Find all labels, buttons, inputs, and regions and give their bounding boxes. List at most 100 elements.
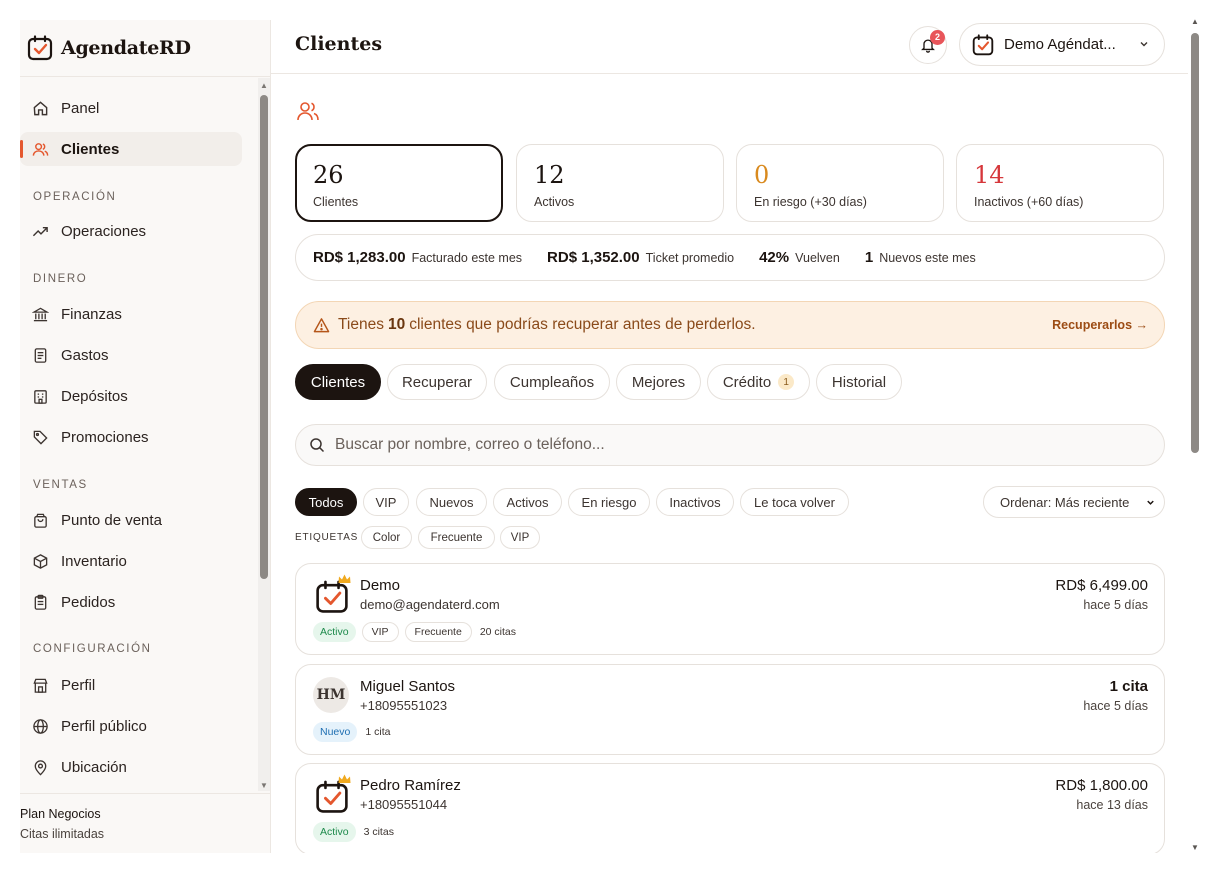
- sidebar-item-operaciones[interactable]: Operaciones: [20, 214, 242, 248]
- sidebar-item-ubicacion[interactable]: Ubicación: [20, 750, 242, 784]
- credit-count-badge: 1: [778, 374, 795, 390]
- summary-label: Nuevos este mes: [879, 251, 976, 265]
- summary-value: 42%: [759, 249, 790, 266]
- summary-bar: RD$ 1,283.00 Facturado este mes RD$ 1,352…: [295, 234, 1165, 281]
- client-contact: +18095551023: [360, 698, 448, 713]
- client-card[interactable]: HM Miguel Santos +18095551023 1 cita hac…: [295, 664, 1165, 755]
- notifications-button[interactable]: 2: [909, 26, 947, 64]
- sidebar-item-punto-de-venta[interactable]: Punto de venta: [20, 503, 242, 537]
- client-summary: RD$ 6,499.00 hace 5 días: [1055, 577, 1148, 612]
- section-label-ventas: VENTAS: [33, 479, 88, 491]
- stat-card-inactivos[interactable]: 14 Inactivos (+60 días): [956, 144, 1164, 222]
- tab-cumpleanos[interactable]: Cumpleaños: [494, 364, 610, 400]
- sidebar-item-label: Ubicación: [61, 758, 127, 776]
- sidebar-item-label: Clientes: [61, 140, 120, 158]
- sidebar-item-label: Panel: [61, 99, 100, 117]
- bank-icon: [32, 307, 49, 321]
- tab-mejores[interactable]: Mejores: [616, 364, 701, 400]
- sidebar-item-label: Pedidos: [61, 593, 116, 611]
- stat-card-en-riesgo[interactable]: 0 En riesgo (+30 días): [736, 144, 944, 222]
- recover-clients-link[interactable]: Recuperarlos →: [1052, 318, 1148, 332]
- client-last-visit: hace 13 días: [1076, 798, 1148, 812]
- scroll-up-icon[interactable]: ▲: [1191, 18, 1199, 26]
- section-label-configuracion: CONFIGURACIÓN: [33, 643, 152, 655]
- scroll-down-icon[interactable]: ▼: [1191, 844, 1199, 852]
- sidebar-item-promociones[interactable]: Promociones: [20, 420, 242, 454]
- sidebar-item-panel[interactable]: Panel: [20, 91, 242, 125]
- status-badge: Activo: [313, 822, 356, 842]
- sidebar: AgendateRD Panel Clientes OPERACIÓN Oper…: [20, 20, 271, 853]
- sidebar-item-label: Operaciones: [61, 222, 147, 240]
- stat-value: 0: [754, 161, 770, 189]
- search-bar: [295, 424, 1165, 466]
- sidebar-item-finanzas[interactable]: Finanzas: [20, 297, 242, 331]
- tag-frecuente[interactable]: Frecuente: [418, 526, 495, 549]
- stat-label: Clientes: [313, 195, 359, 209]
- tab-clientes[interactable]: Clientes: [295, 364, 381, 400]
- stat-card-activos[interactable]: 12 Activos: [516, 144, 724, 222]
- summary-item: 42% Vuelven: [759, 249, 840, 266]
- client-contact: +18095551044: [360, 797, 448, 812]
- tab-label: Historial: [831, 373, 887, 391]
- scroll-up-icon[interactable]: ▲: [260, 82, 268, 90]
- summary-label: Vuelven: [795, 251, 840, 265]
- search-input[interactable]: [335, 436, 1115, 454]
- sidebar-item-label: Finanzas: [61, 305, 122, 323]
- client-card[interactable]: Demo demo@agendaterd.com RD$ 6,499.00 ha…: [295, 563, 1165, 655]
- shopping-bag-icon: [34, 513, 47, 528]
- sidebar-item-perfil[interactable]: Perfil: [20, 668, 242, 702]
- stat-card-clientes[interactable]: 26 Clientes: [295, 144, 503, 222]
- account-menu[interactable]: Demo Agéndat...: [959, 23, 1165, 66]
- filter-activos[interactable]: Activos: [493, 488, 562, 516]
- sidebar-item-pedidos[interactable]: Pedidos: [20, 585, 242, 619]
- client-tags: Activo VIP Frecuente 20 citas: [313, 622, 516, 642]
- client-value: RD$ 1,800.00: [1055, 777, 1148, 794]
- tag-color[interactable]: Color: [361, 526, 412, 549]
- tag-icon: [33, 430, 48, 445]
- app-name: AgendateRD: [61, 37, 191, 59]
- tag-vip[interactable]: VIP: [500, 526, 540, 549]
- chevron-down-icon: [1140, 42, 1148, 47]
- plan-info: Plan Negocios Citas ilimitadas: [20, 793, 270, 853]
- calendar-check-icon: [316, 780, 348, 813]
- sidebar-scroll-thumb[interactable]: [260, 95, 268, 579]
- sidebar-item-label: Perfil: [61, 676, 96, 694]
- client-card[interactable]: Pedro Ramírez +18095551044 RD$ 1,800.00 …: [295, 763, 1165, 853]
- plan-name: Plan Negocios: [20, 807, 101, 821]
- stat-value: 12: [534, 161, 565, 189]
- filter-vip[interactable]: VIP: [363, 488, 409, 516]
- sidebar-item-label: Inventario: [61, 552, 127, 570]
- calendar-check-icon: [27, 35, 53, 61]
- filter-le-toca-volver[interactable]: Le toca volver: [740, 488, 849, 516]
- recovery-alert: Tienes 10 clientes que podrías recuperar…: [295, 301, 1165, 349]
- summary-value: RD$ 1,283.00: [313, 249, 406, 266]
- sort-select[interactable]: Ordenar: Más reciente: [983, 486, 1165, 518]
- calendar-check-icon: [316, 580, 348, 613]
- page-title: Clientes: [295, 33, 383, 55]
- summary-label: Facturado este mes: [411, 251, 523, 265]
- store-icon: [33, 678, 48, 693]
- tags-label: ETIQUETAS: [295, 532, 359, 543]
- sidebar-item-clientes[interactable]: Clientes: [20, 132, 242, 166]
- scroll-down-icon[interactable]: ▼: [260, 782, 268, 790]
- sidebar-item-label: Gastos: [61, 346, 109, 364]
- tab-credito[interactable]: Crédito 1: [707, 364, 810, 400]
- tab-label: Mejores: [631, 373, 686, 391]
- filter-todos[interactable]: Todos: [295, 488, 357, 516]
- sidebar-item-perfil-publico[interactable]: Perfil público: [20, 709, 242, 743]
- filter-en-riesgo[interactable]: En riesgo: [568, 488, 650, 516]
- tab-historial[interactable]: Historial: [816, 364, 902, 400]
- filter-inactivos[interactable]: Inactivos: [656, 488, 734, 516]
- sidebar-item-inventario[interactable]: Inventario: [20, 544, 242, 578]
- sidebar-item-depositos[interactable]: Depósitos: [20, 379, 242, 413]
- box-icon: [33, 553, 48, 569]
- filter-nuevos[interactable]: Nuevos: [416, 488, 487, 516]
- logo[interactable]: AgendateRD: [20, 20, 270, 77]
- client-tag: Frecuente: [404, 622, 472, 642]
- tab-recuperar[interactable]: Recuperar: [387, 364, 487, 400]
- page-scroll-thumb[interactable]: [1191, 33, 1199, 453]
- main-content: Clientes 2 Demo Agéndat... 26 Clientes 1…: [271, 20, 1188, 853]
- sidebar-item-gastos[interactable]: Gastos: [20, 338, 242, 372]
- status-badge: Nuevo: [313, 722, 358, 742]
- client-summary: 1 cita hace 5 días: [1083, 678, 1148, 713]
